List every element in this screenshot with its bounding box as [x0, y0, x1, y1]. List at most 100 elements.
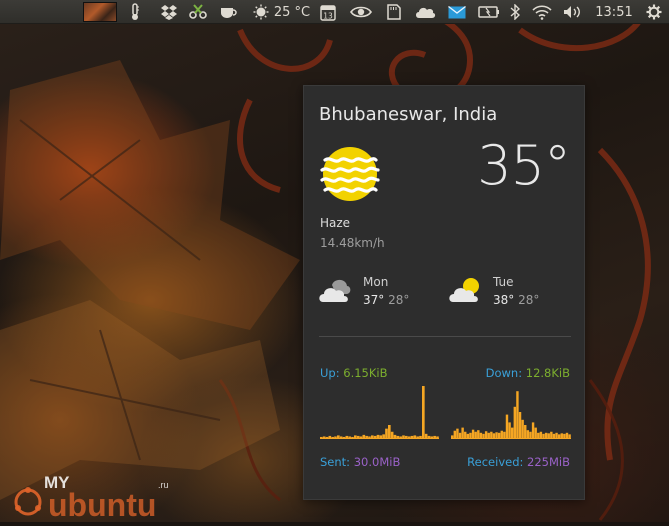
upload-graph-bar: [371, 435, 374, 438]
forecast-low: 28°: [388, 293, 410, 307]
scissors-icon[interactable]: [188, 0, 208, 24]
upload-graph-bar: [379, 435, 383, 438]
download-graph-bar: [484, 431, 488, 438]
upload-graph-bar: [416, 436, 419, 438]
upload-graph-bar: [393, 434, 397, 438]
received-value: 225MiB: [527, 455, 570, 469]
up-label: Up:: [320, 366, 340, 380]
myubuntu-logo: MY .ru ubuntu: [10, 470, 180, 523]
forecast-day-tue: Tue: [493, 275, 514, 289]
upload-graph-bar: [402, 435, 405, 438]
up-value: 6.15KiB: [343, 366, 388, 380]
upload-graph-bar: [410, 435, 414, 438]
forecast-temps-mon: 37° 28°: [363, 293, 409, 307]
upload-graph-bar: [365, 435, 368, 438]
download-graph-bar: [537, 432, 540, 438]
upload-speed: Up: 6.15KiB: [320, 366, 387, 380]
download-graph-bar: [461, 427, 464, 438]
download-graph-bar: [487, 432, 490, 438]
download-graph-bar: [508, 422, 511, 438]
upload-graph-bar: [376, 434, 380, 438]
upload-graph-bar: [328, 435, 332, 438]
download-graph-bar: [542, 433, 545, 438]
download-graph-bar: [492, 433, 496, 438]
upload-graph-bar: [351, 436, 354, 438]
total-sent: Sent: 30.0MiB: [320, 455, 400, 469]
upload-graph-bar: [430, 436, 434, 438]
upload-graph-bar: [345, 435, 349, 438]
dropbox-icon[interactable]: [160, 0, 178, 24]
panel-temperature[interactable]: 25 °C: [274, 0, 310, 24]
session-gear-icon[interactable]: [645, 0, 663, 24]
top-panel: 25 °C 13 13:51: [0, 0, 669, 24]
forecast-day-mon: Mon: [363, 275, 389, 289]
total-received: Received: 225MiB: [467, 455, 570, 469]
download-graph-bar: [516, 391, 519, 438]
upload-graph-bar: [359, 436, 363, 438]
download-graph-bar: [547, 433, 550, 438]
upload-graph-bar: [348, 436, 351, 438]
coffee-cup-icon[interactable]: [219, 0, 239, 24]
wind-speed: 14.48km/h: [320, 236, 385, 250]
divider: [319, 336, 571, 337]
calendar-icon[interactable]: 13: [319, 0, 337, 24]
cloud-icon[interactable]: [414, 0, 436, 24]
download-graph-bar: [503, 431, 506, 438]
upload-graph-bar: [433, 435, 436, 438]
download-graph-bar: [552, 433, 556, 438]
download-graph-bar: [453, 430, 457, 438]
download-graph-bar: [500, 430, 503, 438]
upload-graph-bar: [339, 436, 343, 438]
download-graph: [451, 391, 571, 439]
upload-graph-bar: [342, 436, 346, 438]
bluetooth-icon[interactable]: [508, 0, 522, 24]
download-graph-bar: [521, 419, 524, 438]
sent-label: Sent:: [320, 455, 351, 469]
upload-graph-bar: [331, 436, 334, 438]
upload-graph-bar: [419, 435, 422, 438]
download-graph-bar: [518, 412, 522, 438]
upload-graph-bar: [436, 436, 439, 438]
upload-graph-bar: [396, 435, 400, 438]
logo-text-ru: .ru: [158, 480, 169, 490]
current-temperature: 35°: [477, 134, 571, 197]
upload-graph-bar: [320, 436, 323, 438]
download-graph-bar: [513, 406, 517, 438]
upload-graph-bar: [427, 435, 431, 438]
thermometer-icon[interactable]: [128, 0, 142, 24]
download-graph-bar: [490, 431, 493, 438]
download-graph-bar: [550, 431, 553, 438]
battery-icon[interactable]: [478, 0, 500, 24]
panel-clock[interactable]: 13:51: [592, 0, 636, 24]
upload-graph-bar: [325, 436, 329, 438]
upload-graph-bar: [413, 435, 417, 438]
volume-icon[interactable]: [563, 0, 583, 24]
upload-graph-bar: [337, 435, 340, 438]
mail-icon[interactable]: [447, 0, 467, 24]
upload-graph-bar: [385, 428, 388, 438]
sun-icon[interactable]: [253, 0, 269, 24]
download-graph-bar: [529, 431, 532, 438]
download-graph-bar: [565, 432, 569, 438]
forecast-high: 38°: [493, 293, 515, 307]
window-thumbnail[interactable]: [83, 2, 117, 22]
upload-graph-bar: [382, 434, 385, 438]
received-label: Received:: [467, 455, 524, 469]
wifi-icon[interactable]: [531, 0, 553, 24]
download-graph-bar: [568, 434, 571, 438]
download-graph-bar: [469, 432, 472, 438]
download-graph-bar: [495, 432, 498, 438]
upload-graph-bar: [373, 435, 377, 438]
download-graph-bar: [477, 430, 480, 438]
download-graph-bar: [471, 429, 475, 438]
haze-icon: [319, 147, 381, 205]
download-graph-bar: [539, 431, 543, 438]
download-graph-bar: [456, 428, 459, 438]
upload-graph-bar: [322, 436, 326, 438]
partly-sunny-icon: [448, 276, 482, 308]
download-graph-bar: [451, 435, 454, 438]
forecast-temps-tue: 38° 28°: [493, 293, 539, 307]
eye-icon[interactable]: [350, 0, 372, 24]
memory-card-icon[interactable]: [386, 0, 402, 24]
download-graph-bar: [505, 414, 509, 438]
